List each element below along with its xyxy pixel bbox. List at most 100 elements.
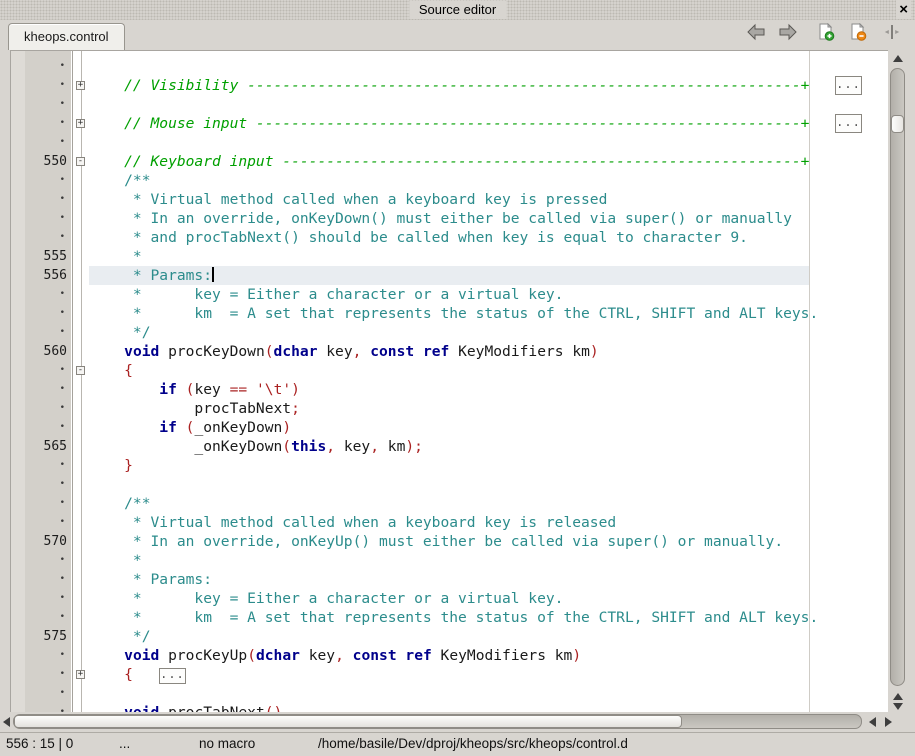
fold-ellipsis-box[interactable]: ... bbox=[159, 668, 186, 684]
gutter-line-number[interactable]: 570 bbox=[25, 532, 69, 551]
gutter-line-number[interactable]: • bbox=[25, 228, 69, 247]
code-line[interactable]: * bbox=[89, 247, 809, 266]
gutter-line-number[interactable]: • bbox=[25, 608, 69, 627]
code-line[interactable]: * key = Either a character or a virtual … bbox=[89, 285, 809, 304]
breakpoint-margin[interactable] bbox=[11, 51, 25, 712]
gutter-line-number[interactable]: • bbox=[25, 703, 69, 712]
fold-collapse-icon[interactable]: - bbox=[76, 366, 85, 375]
code-line[interactable]: */ bbox=[89, 627, 809, 646]
code-line[interactable]: /** bbox=[89, 494, 809, 513]
code-line[interactable]: _onKeyDown(this, key, km); bbox=[89, 437, 809, 456]
scroll-up-secondary-icon[interactable] bbox=[893, 693, 903, 700]
editor[interactable]: •••••550••••555556•••560••••565••••570••… bbox=[10, 50, 888, 712]
scroll-up-icon[interactable] bbox=[893, 55, 903, 62]
gutter-line-number[interactable]: • bbox=[25, 209, 69, 228]
code-line[interactable]: * key = Either a character or a virtual … bbox=[89, 589, 809, 608]
code-lines[interactable]: // Visibility --------------------------… bbox=[89, 57, 809, 712]
split-view-button[interactable] bbox=[881, 24, 903, 44]
code-line[interactable]: * and procTabNext() should be called whe… bbox=[89, 228, 809, 247]
gutter-line-number[interactable]: • bbox=[25, 494, 69, 513]
code-line[interactable]: // Mouse input -------------------------… bbox=[89, 114, 809, 133]
gutter-line-number[interactable]: • bbox=[25, 380, 69, 399]
code-line[interactable] bbox=[89, 684, 809, 703]
fold-expand-icon[interactable]: + bbox=[76, 119, 85, 128]
code-line[interactable]: // Keyboard input ----------------------… bbox=[89, 152, 809, 171]
tab-kheops-control[interactable]: kheops.control bbox=[8, 23, 125, 50]
horizontal-scrollbar[interactable] bbox=[0, 713, 902, 731]
gutter-line-number[interactable]: • bbox=[25, 418, 69, 437]
vertical-scrollbar[interactable] bbox=[890, 53, 906, 713]
gutter-line-number[interactable]: 550 bbox=[25, 152, 69, 171]
scroll-down-icon[interactable] bbox=[893, 703, 903, 710]
gutter-line-number[interactable]: 575 bbox=[25, 627, 69, 646]
gutter-line-number[interactable]: • bbox=[25, 665, 69, 684]
code-line[interactable]: * bbox=[89, 551, 809, 570]
gutter-line-number[interactable]: • bbox=[25, 399, 69, 418]
code-line-current[interactable]: * Params: bbox=[89, 266, 809, 285]
title-bar[interactable]: Source editor × bbox=[0, 0, 915, 20]
gutter-line-number[interactable]: • bbox=[25, 190, 69, 209]
gutter-line-number[interactable]: • bbox=[25, 323, 69, 342]
vscroll-thumb[interactable] bbox=[891, 115, 904, 133]
vscroll-track[interactable] bbox=[890, 68, 905, 686]
code-line[interactable]: * Virtual method called when a keyboard … bbox=[89, 513, 809, 532]
code-line[interactable]: // Visibility --------------------------… bbox=[89, 76, 809, 95]
code-line[interactable] bbox=[89, 57, 809, 76]
gutter-line-number[interactable]: • bbox=[25, 285, 69, 304]
code-line[interactable]: /** bbox=[89, 171, 809, 190]
gutter-line-number[interactable]: • bbox=[25, 76, 69, 95]
gutter-line-number[interactable]: • bbox=[25, 57, 69, 76]
code-line[interactable]: * In an override, onKeyDown() must eithe… bbox=[89, 209, 809, 228]
gutter-line-number[interactable]: 565 bbox=[25, 437, 69, 456]
code-line[interactable]: * Virtual method called when a keyboard … bbox=[89, 190, 809, 209]
code-line[interactable]: * Params: bbox=[89, 570, 809, 589]
gutter-line-number[interactable]: • bbox=[25, 171, 69, 190]
gutter-line-number[interactable]: • bbox=[25, 551, 69, 570]
gutter-line-number[interactable]: • bbox=[25, 570, 69, 589]
gutter-line-number[interactable]: • bbox=[25, 646, 69, 665]
close-document-button[interactable] bbox=[847, 24, 869, 44]
code-line[interactable]: void procTabNext() bbox=[89, 703, 809, 712]
code-line[interactable]: } bbox=[89, 456, 809, 475]
gutter-line-number[interactable]: 560 bbox=[25, 342, 69, 361]
code-line[interactable] bbox=[89, 475, 809, 494]
scroll-left-icon[interactable] bbox=[3, 717, 10, 727]
code-line[interactable]: procTabNext; bbox=[89, 399, 809, 418]
gutter[interactable]: •••••550••••555556•••560••••565••••570••… bbox=[25, 57, 69, 712]
close-icon[interactable]: × bbox=[896, 0, 911, 19]
scroll-right-icon[interactable] bbox=[885, 717, 892, 727]
hscroll-thumb[interactable] bbox=[14, 715, 682, 728]
forward-button[interactable] bbox=[777, 24, 799, 44]
code-line[interactable]: * km = A set that represents the status … bbox=[89, 304, 809, 323]
code-line[interactable]: if (_onKeyDown) bbox=[89, 418, 809, 437]
gutter-line-number[interactable]: • bbox=[25, 456, 69, 475]
code-line[interactable]: {... bbox=[89, 665, 809, 684]
gutter-line-number[interactable]: • bbox=[25, 304, 69, 323]
code-line[interactable]: * km = A set that represents the status … bbox=[89, 608, 809, 627]
back-button[interactable] bbox=[745, 24, 767, 44]
fold-expand-icon[interactable]: + bbox=[76, 670, 85, 679]
code-line[interactable]: void procKeyUp(dchar key, const ref KeyM… bbox=[89, 646, 809, 665]
fold-collapse-icon[interactable]: - bbox=[76, 157, 85, 166]
gutter-line-number[interactable]: • bbox=[25, 513, 69, 532]
code-line[interactable] bbox=[89, 133, 809, 152]
gutter-line-number[interactable]: • bbox=[25, 95, 69, 114]
fold-column[interactable]: + + - - + bbox=[70, 57, 89, 712]
gutter-line-number[interactable]: • bbox=[25, 114, 69, 133]
code-line[interactable] bbox=[89, 95, 809, 114]
new-document-button[interactable] bbox=[815, 24, 837, 44]
code-line[interactable]: { bbox=[89, 361, 809, 380]
fold-ellipsis-box[interactable]: ... bbox=[835, 114, 862, 133]
fold-expand-icon[interactable]: + bbox=[76, 81, 85, 90]
gutter-line-number[interactable]: 556 bbox=[25, 266, 69, 285]
code-line[interactable]: * In an override, onKeyUp() must either … bbox=[89, 532, 809, 551]
gutter-line-number[interactable]: • bbox=[25, 589, 69, 608]
code-line[interactable]: void procKeyDown(dchar key, const ref Ke… bbox=[89, 342, 809, 361]
gutter-line-number[interactable]: • bbox=[25, 133, 69, 152]
scroll-left-secondary-icon[interactable] bbox=[869, 717, 876, 727]
code-line[interactable]: */ bbox=[89, 323, 809, 342]
code-line[interactable]: if (key == '\t') bbox=[89, 380, 809, 399]
gutter-line-number[interactable]: • bbox=[25, 684, 69, 703]
gutter-line-number[interactable]: • bbox=[25, 475, 69, 494]
gutter-line-number[interactable]: • bbox=[25, 361, 69, 380]
